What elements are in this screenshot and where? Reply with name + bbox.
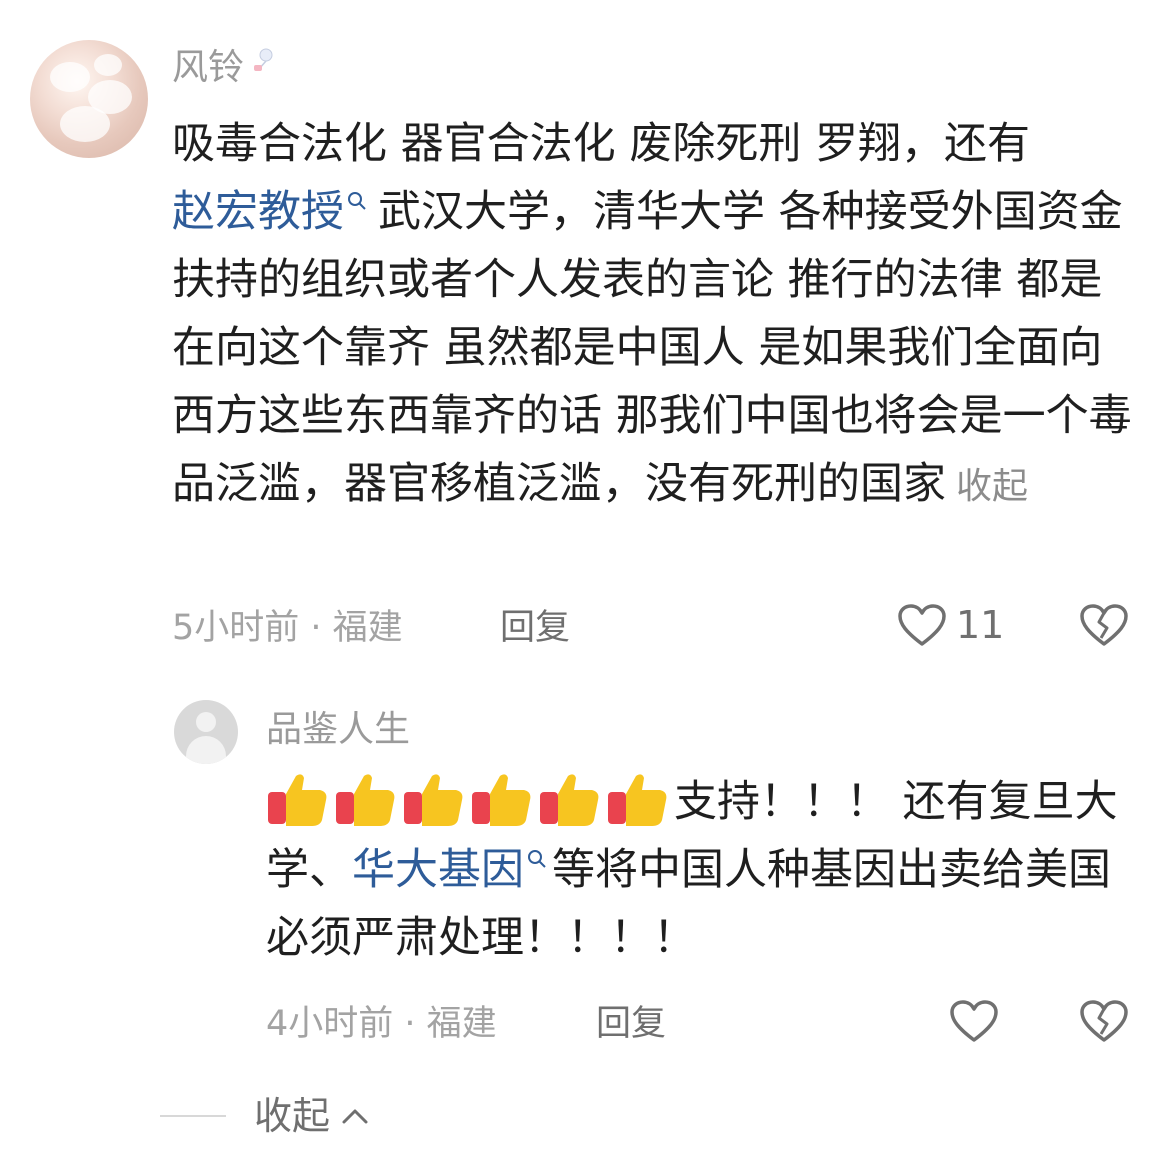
thumbs-up-icon xyxy=(268,774,327,826)
divider xyxy=(160,1115,226,1117)
broken-heart-icon xyxy=(1080,1000,1128,1042)
like-count: 11 xyxy=(956,603,1005,647)
reply-button[interactable]: 回复 xyxy=(596,1002,666,1046)
wind-chime-icon xyxy=(254,48,273,71)
reply-button[interactable]: 回复 xyxy=(500,606,570,650)
dislike-button[interactable] xyxy=(1078,602,1130,652)
dislike-button[interactable] xyxy=(1078,998,1130,1048)
comment-meta: 5小时前 · 福建 xyxy=(172,608,403,648)
like-button[interactable] xyxy=(948,998,1000,1044)
username[interactable]: 风铃 xyxy=(172,46,276,90)
heart-icon xyxy=(898,604,946,646)
collapse-label: 收起 xyxy=(254,1094,331,1138)
comment-meta: 4小时前 · 福建 xyxy=(266,1004,497,1044)
search-link[interactable]: 华大基因 xyxy=(352,845,524,895)
collapse-text-button[interactable]: 收起 xyxy=(956,466,1028,507)
user-avatar[interactable] xyxy=(30,40,148,158)
comment-content: 吸毒合法化 器官合法化 废除死刑 罗翔，还有 赵宏教授 武汉大学，清华大学 各种接受… xyxy=(172,119,1132,509)
broken-heart-icon xyxy=(1080,604,1128,646)
comment-content: 支持！！！ 还有复旦大学、华大基因 等将中国人种基因出卖给美国必须严肃处理！！！！ xyxy=(266,768,1136,972)
search-link[interactable]: 赵宏教授 xyxy=(172,187,344,237)
heart-icon xyxy=(950,1000,998,1042)
thumbs-up-icon xyxy=(540,774,599,826)
like-button[interactable]: 11 xyxy=(896,602,1004,648)
thumbs-up-icon xyxy=(336,774,395,826)
thumbs-up-icon xyxy=(608,774,667,826)
chevron-up-icon xyxy=(342,1109,368,1124)
username[interactable]: 品鉴人生 xyxy=(266,708,410,752)
collapse-replies-button[interactable]: 收起 xyxy=(160,1094,370,1138)
search-icon[interactable] xyxy=(526,848,548,870)
thumbs-up-icon xyxy=(472,774,531,826)
thumbs-up-icon xyxy=(404,774,463,826)
search-icon[interactable] xyxy=(346,190,368,212)
user-avatar[interactable] xyxy=(174,700,238,764)
